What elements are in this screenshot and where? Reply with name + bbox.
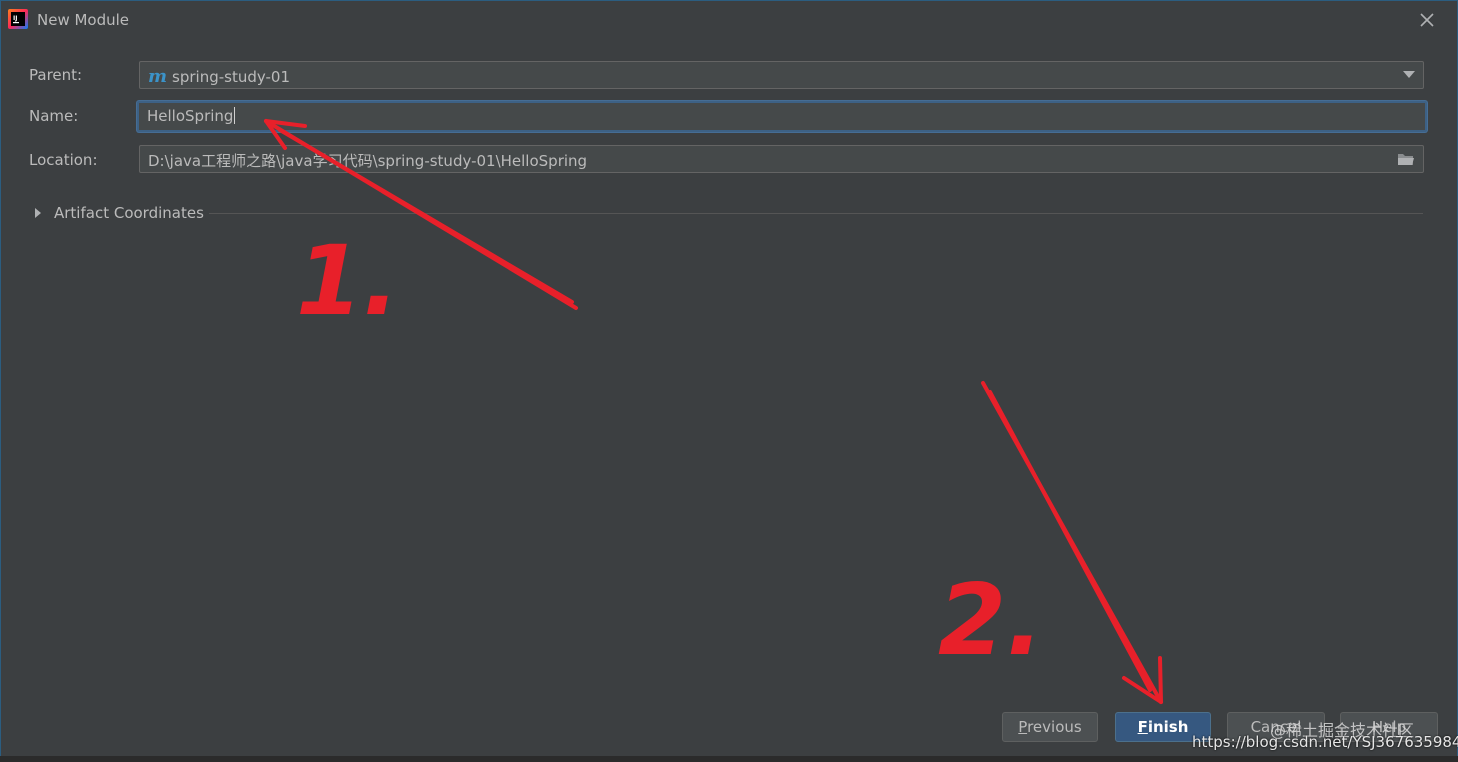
- location-value: D:\java工程师之路\java学习代码\spring-study-01\He…: [148, 152, 588, 170]
- url-watermark: https://blog.csdn.net/YSJ367635984: [1192, 733, 1458, 751]
- text-caret: [234, 107, 236, 124]
- name-label: Name:: [29, 107, 79, 125]
- new-module-dialog: IJ New Module Parent: m spring-study-01 N…: [0, 0, 1458, 762]
- name-input[interactable]: HelloSpring: [137, 101, 1427, 132]
- previous-mnemonic: P: [1018, 718, 1028, 736]
- parent-label: Parent:: [29, 66, 83, 84]
- artifact-coordinates-section[interactable]: Artifact Coordinates: [33, 202, 1423, 226]
- close-icon[interactable]: [1418, 11, 1436, 29]
- status-strip: [0, 756, 1458, 762]
- folder-icon[interactable]: [1397, 152, 1415, 166]
- intellij-app-icon: IJ: [8, 9, 28, 29]
- svg-text:IJ: IJ: [13, 15, 17, 22]
- location-input[interactable]: D:\java工程师之路\java学习代码\spring-study-01\He…: [139, 145, 1424, 173]
- parent-dropdown[interactable]: m spring-study-01: [139, 61, 1424, 89]
- dialog-title: New Module: [37, 11, 130, 29]
- maven-m-icon: m: [148, 66, 168, 87]
- title-bar: IJ New Module: [1, 1, 1457, 39]
- expand-triangle-icon[interactable]: [35, 208, 41, 218]
- previous-label-rest: revious: [1027, 718, 1082, 736]
- previous-button[interactable]: Previous: [1002, 712, 1098, 742]
- parent-value: m spring-study-01: [148, 66, 290, 87]
- finish-label-rest: inish: [1147, 718, 1189, 736]
- parent-value-text: spring-study-01: [172, 68, 290, 86]
- name-value: HelloSpring: [147, 107, 236, 125]
- artifact-coordinates-label: Artifact Coordinates: [54, 204, 204, 222]
- section-divider: [209, 213, 1423, 214]
- finish-mnemonic: F: [1137, 718, 1148, 736]
- chevron-down-icon[interactable]: [1403, 71, 1415, 78]
- name-value-text: HelloSpring: [147, 107, 234, 125]
- location-label: Location:: [29, 151, 98, 169]
